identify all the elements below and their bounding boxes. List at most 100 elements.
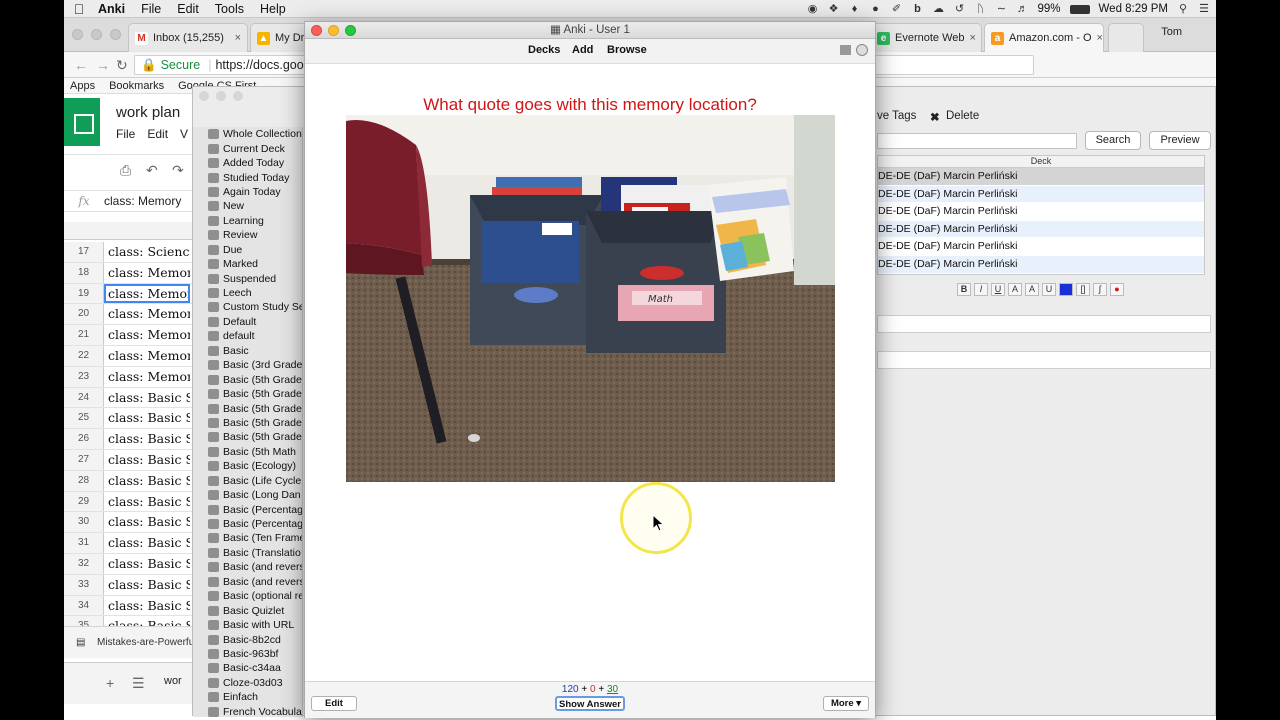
deck-list-item[interactable]: Basic (and revers — [193, 575, 302, 589]
deck-list-item[interactable]: Marked — [193, 257, 302, 271]
bluetooth-icon[interactable]: ᚢ — [975, 3, 987, 15]
tab-drive[interactable]: ▲ My Dri — [250, 23, 310, 52]
deck-list-item[interactable]: Studied Today — [193, 170, 302, 184]
battery-icon[interactable] — [1069, 4, 1090, 14]
add-link[interactable]: Add — [572, 44, 593, 56]
search-button[interactable]: Search — [1085, 131, 1141, 150]
deck-list-item[interactable]: Basic-963bf — [193, 647, 302, 661]
deck-column-header[interactable]: Deck — [878, 156, 1204, 168]
card-row[interactable]: DE-DE (DaF) Marcin Perliński — [878, 168, 1204, 186]
deck-list-item[interactable]: Due — [193, 243, 302, 257]
row-number[interactable]: 19 — [64, 283, 104, 304]
spotlight-search-icon[interactable]: ⚲ — [1177, 3, 1189, 15]
preview-button[interactable]: Preview — [1149, 131, 1211, 150]
bookmark-bookmarks[interactable]: Bookmarks — [109, 80, 164, 92]
undo-icon[interactable]: ↶ — [146, 162, 158, 179]
decks-link[interactable]: Decks — [528, 44, 560, 56]
close-tab-icon[interactable]: × — [970, 32, 976, 44]
tab-evernote[interactable]: e Evernote Web × — [870, 23, 982, 52]
deck-list-item[interactable]: Basic-8b2cd — [193, 632, 302, 646]
sheets-logo-icon[interactable] — [64, 98, 100, 146]
sheet-tab[interactable]: wor — [164, 675, 182, 687]
back-icon[interactable]: ← — [74, 57, 88, 73]
cell[interactable]: class: Basic Sk — [104, 575, 190, 595]
menu-help[interactable]: Help — [260, 2, 296, 16]
row-number[interactable]: 33 — [64, 574, 104, 595]
stats-icon[interactable] — [840, 45, 851, 55]
row-number[interactable]: 18 — [64, 262, 104, 283]
new-tab-button[interactable] — [1108, 23, 1144, 52]
sheet-menu-edit[interactable]: Edit — [147, 127, 168, 141]
grammarly-icon[interactable]: ● — [870, 3, 882, 15]
underline-icon[interactable]: U — [991, 283, 1005, 296]
volume-icon[interactable]: ♬ — [1017, 3, 1029, 15]
deck-list-item[interactable]: Basic (Ten Frame — [193, 531, 302, 545]
cell[interactable]: class: Basic Sk — [104, 429, 190, 449]
superscript-icon[interactable]: A — [1008, 283, 1022, 296]
edit-button[interactable]: Edit — [311, 696, 357, 711]
deck-list-item[interactable]: Basic (Percentag — [193, 517, 302, 531]
cell[interactable]: class: Basic Sk — [104, 450, 190, 470]
text-color-icon[interactable] — [1059, 283, 1073, 296]
download-item[interactable]: Mistakes-are-Powerful — [97, 637, 196, 648]
cell[interactable]: class: Memory — [104, 367, 190, 387]
close-tab-icon[interactable]: × — [235, 32, 241, 44]
doc-title[interactable]: work plan — [116, 104, 180, 121]
card-row[interactable]: DE-DE (DaF) Marcin Perliński — [878, 185, 1204, 204]
tab-gmail[interactable]: M Inbox (15,255) × — [128, 23, 248, 52]
deck-list-item[interactable]: Custom Study Se — [193, 300, 302, 314]
bold-icon[interactable]: B — [957, 283, 971, 296]
deck-list-item[interactable]: Basic — [193, 344, 302, 358]
cell[interactable]: class: Basic Sk — [104, 471, 190, 491]
menu-file[interactable]: File — [141, 2, 171, 16]
sheet-menu-file[interactable]: File — [116, 127, 135, 141]
deck-list-item[interactable]: Again Today — [193, 185, 302, 199]
cell[interactable]: class: Science: — [104, 242, 190, 262]
time-machine-icon[interactable]: ↺ — [954, 3, 966, 15]
notification-center-icon[interactable]: ☰ — [1198, 3, 1210, 15]
more-button[interactable]: More ▾ — [823, 696, 869, 711]
remove-tags-button[interactable]: ve Tags — [877, 110, 916, 122]
row-number[interactable]: 28 — [64, 470, 104, 491]
deck-list-item[interactable]: French Vocabula — [193, 705, 302, 717]
deck-list-item[interactable]: Current Deck — [193, 141, 302, 155]
deck-list-item[interactable]: Basic (5th Grade — [193, 387, 302, 401]
deck-list-item[interactable]: Learning — [193, 214, 302, 228]
minimize-dot[interactable] — [216, 91, 226, 101]
sync-icon[interactable] — [856, 44, 868, 56]
dropbox-icon[interactable]: ❖ — [828, 3, 840, 15]
row-number[interactable]: 21 — [64, 325, 104, 345]
cell[interactable]: class: Basic Sk — [104, 492, 190, 512]
print-icon[interactable]: ⎙ — [120, 162, 131, 179]
italic-icon[interactable]: I — [974, 283, 988, 296]
menu-app-anki[interactable]: Anki — [98, 2, 135, 16]
all-sheets-icon[interactable]: ☰ — [132, 675, 145, 692]
cloze-icon[interactable]: [] — [1076, 283, 1090, 296]
cell[interactable]: class: Basic Sk — [104, 554, 190, 574]
close-dot[interactable] — [311, 25, 322, 36]
cell[interactable]: class: Memory — [104, 325, 190, 345]
zoom-dot[interactable] — [110, 29, 121, 40]
redo-icon[interactable]: ↷ — [172, 162, 184, 179]
minimize-dot[interactable] — [328, 25, 339, 36]
row-number[interactable]: 26 — [64, 429, 104, 449]
deck-list-item[interactable]: Basic (5th Grade — [193, 372, 302, 386]
deck-list-item[interactable]: Whole Collection — [193, 127, 302, 141]
sketch-icon[interactable]: ✐ — [891, 3, 903, 15]
cell[interactable]: class: Basic Sk — [104, 408, 190, 428]
card-row[interactable]: DE-DE (DaF) Marcin Perliński — [878, 203, 1204, 221]
row-number[interactable]: 34 — [64, 595, 104, 616]
evernote-elephant-icon[interactable]: ♦ — [849, 3, 861, 15]
deck-list-item[interactable]: Default — [193, 315, 302, 329]
deck-list-item[interactable]: Basic (5th Grade — [193, 430, 302, 444]
deck-list-item[interactable]: Basic (Translatio — [193, 546, 302, 560]
deck-list-item[interactable]: Basic Quizlet — [193, 603, 302, 617]
bookmark-apps[interactable]: Apps — [70, 80, 95, 92]
cell[interactable]: class: Basic Sk — [104, 533, 190, 553]
row-number[interactable]: 23 — [64, 366, 104, 387]
deck-list-item[interactable]: New — [193, 199, 302, 213]
close-tab-icon[interactable]: × — [1097, 32, 1103, 44]
wifi-icon[interactable]: ∼ — [996, 3, 1008, 15]
deck-list-item[interactable]: Basic (3rd Grade — [193, 358, 302, 372]
menu-tools[interactable]: Tools — [215, 2, 254, 16]
